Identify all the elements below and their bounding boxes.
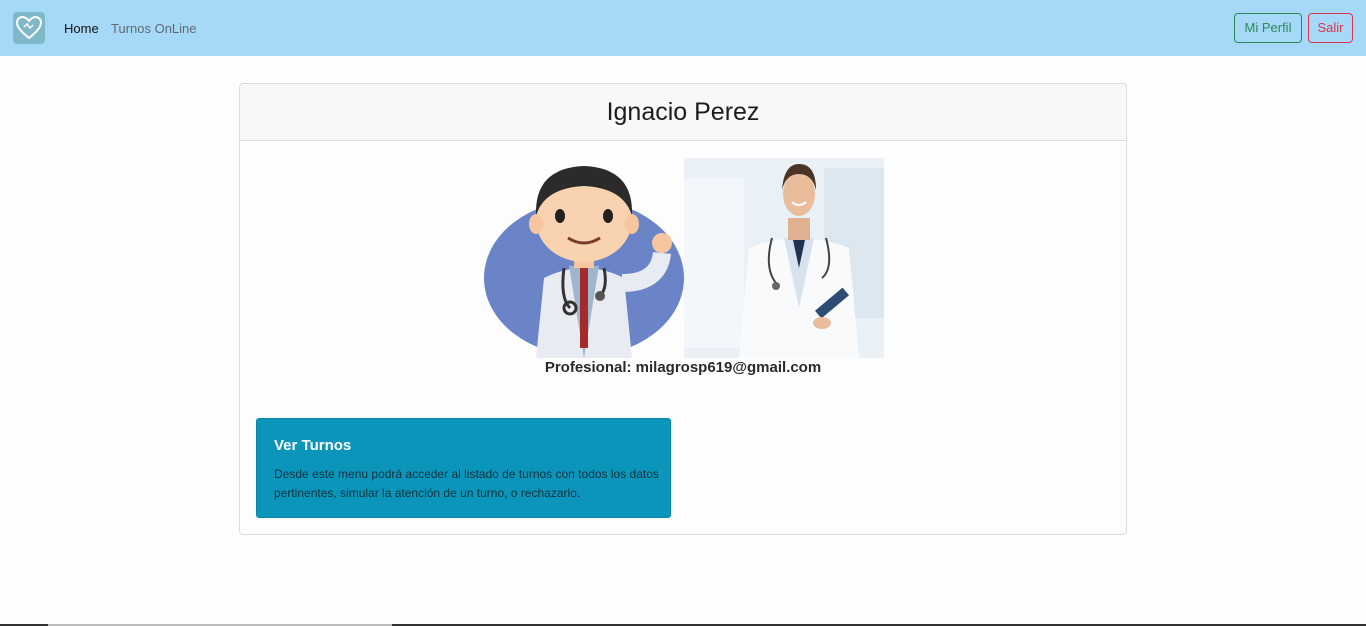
mi-perfil-button[interactable]: Mi Perfil [1234, 13, 1302, 43]
page-title: Ignacio Perez [606, 98, 760, 126]
top-navbar: Home Turnos OnLine Mi Perfil Salir [0, 0, 1366, 56]
tile-description: Desde este menu podrá acceder al listado… [274, 467, 659, 500]
doctor-illustration [484, 158, 884, 358]
heart-logo-icon[interactable] [13, 12, 45, 44]
ver-turnos-tile[interactable]: Ver Turnos Desde este menu podrá acceder… [256, 418, 671, 518]
tile-title: Ver Turnos [274, 437, 352, 454]
nav-link-home[interactable]: Home [64, 21, 99, 37]
profesional-label: Profesional: milagrosp619@gmail.com [544, 359, 822, 376]
profile-card: Ignacio Perez Profesional: milagrosp619@… [239, 83, 1127, 535]
nav-link-turnos-online[interactable]: Turnos OnLine [111, 21, 197, 37]
salir-button[interactable]: Salir [1308, 13, 1353, 43]
card-header: Ignacio Perez [240, 84, 1126, 141]
